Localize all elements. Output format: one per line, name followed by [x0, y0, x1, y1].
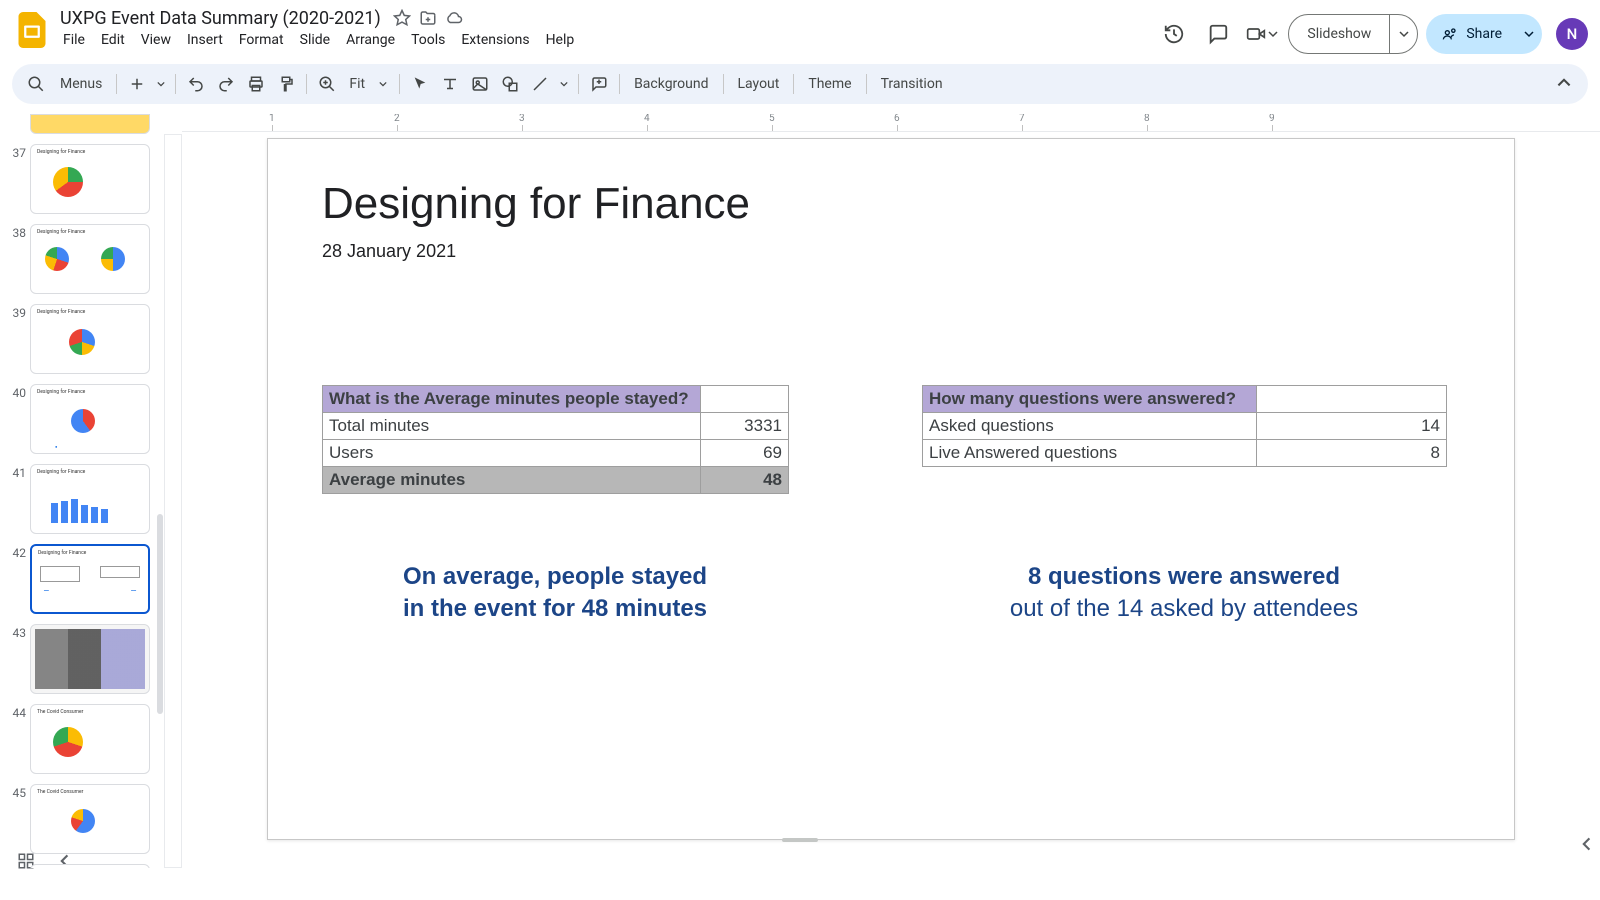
speaker-notes-drag-handle[interactable] — [782, 838, 818, 842]
slide-thumbnail[interactable] — [30, 114, 150, 134]
menu-slide[interactable]: Slide — [293, 30, 337, 50]
shape-tool[interactable] — [496, 70, 524, 98]
toolbar: Menus Fit Background Layout Theme Transi… — [12, 64, 1588, 104]
comment-tool[interactable] — [585, 70, 613, 98]
new-slide-button[interactable] — [123, 70, 151, 98]
paint-format-button[interactable] — [272, 70, 300, 98]
horizontal-ruler: 123456789 — [182, 114, 1600, 132]
vertical-ruler — [164, 114, 182, 868]
share-label: Share — [1466, 26, 1502, 42]
layout-button[interactable]: Layout — [730, 76, 788, 92]
zoom-button[interactable] — [313, 70, 341, 98]
menu-bar: File Edit View Insert Format Slide Arran… — [56, 30, 1156, 50]
slide-title[interactable]: Designing for Finance — [322, 179, 750, 229]
thumbnail-scrollbar[interactable] — [157, 514, 163, 714]
caption-right[interactable]: 8 questions were answered out of the 14 … — [922, 561, 1446, 626]
zoom-select[interactable]: Fit — [343, 76, 393, 92]
menu-file[interactable]: File — [56, 30, 92, 50]
new-slide-dropdown[interactable] — [153, 70, 169, 98]
slide-thumbnail[interactable]: The Covid Consumer — [30, 784, 150, 854]
menus-label[interactable]: Menus — [52, 76, 110, 92]
slide-thumbnail[interactable]: Designing for Finance — [30, 144, 150, 214]
slideshow-group: Slideshow — [1288, 14, 1418, 54]
meet-button[interactable] — [1244, 16, 1280, 52]
document-title[interactable]: UXPG Event Data Summary (2020-2021) — [56, 8, 385, 29]
menu-arrange[interactable]: Arrange — [339, 30, 402, 50]
menu-format[interactable]: Format — [232, 30, 291, 50]
slideshow-button[interactable]: Slideshow — [1289, 15, 1389, 53]
slide-date[interactable]: 28 January 2021 — [322, 241, 456, 262]
select-tool[interactable] — [406, 70, 434, 98]
menu-extensions[interactable]: Extensions — [454, 30, 536, 50]
slide-thumbnail[interactable]: Designing for Finance● — [30, 384, 150, 454]
line-tool[interactable] — [526, 70, 554, 98]
star-icon[interactable] — [393, 9, 411, 27]
account-avatar[interactable]: N — [1556, 18, 1588, 50]
table-average-minutes[interactable]: What is the Average minutes people staye… — [322, 385, 789, 494]
redo-button[interactable] — [212, 70, 240, 98]
menu-view[interactable]: View — [134, 30, 178, 50]
menu-tools[interactable]: Tools — [404, 30, 452, 50]
transition-button[interactable]: Transition — [873, 76, 951, 92]
slide-thumbnail-selected[interactable]: Designing for Finance━━━━ — [30, 544, 150, 614]
share-dropdown[interactable] — [1516, 14, 1542, 54]
line-dropdown[interactable] — [556, 70, 572, 98]
slides-logo[interactable] — [12, 10, 52, 50]
slide-canvas[interactable]: Designing for Finance 28 January 2021 Wh… — [267, 138, 1515, 840]
slide-thumbnail[interactable]: Designing for Finance — [30, 304, 150, 374]
textbox-tool[interactable] — [436, 70, 464, 98]
cloud-status-icon[interactable] — [445, 9, 463, 27]
slide-thumbnail-panel[interactable]: 37Designing for Finance 38Designing for … — [0, 114, 164, 868]
slide-thumbnail[interactable] — [30, 864, 150, 868]
explore-tab-icon[interactable] — [1578, 826, 1598, 862]
image-tool[interactable] — [466, 70, 494, 98]
menu-insert[interactable]: Insert — [180, 30, 230, 50]
move-icon[interactable] — [419, 9, 437, 27]
slide-thumbnail[interactable]: Designing for Finance — [30, 224, 150, 294]
menu-help[interactable]: Help — [539, 30, 582, 50]
slideshow-dropdown[interactable] — [1389, 15, 1417, 53]
comments-icon[interactable] — [1200, 16, 1236, 52]
background-button[interactable]: Background — [626, 76, 716, 92]
share-button[interactable]: Share — [1426, 14, 1516, 54]
theme-button[interactable]: Theme — [800, 76, 859, 92]
slide-thumbnail[interactable]: Designing for Finance — [30, 464, 150, 534]
collapse-toolbar-icon[interactable] — [1550, 70, 1578, 98]
undo-button[interactable] — [182, 70, 210, 98]
slide-thumbnail[interactable]: The Covid Consumer — [30, 704, 150, 774]
slide-thumbnail[interactable] — [30, 624, 150, 694]
caption-left[interactable]: On average, people stayed in the event f… — [322, 561, 788, 626]
table-questions[interactable]: How many questions were answered? Asked … — [922, 385, 1447, 467]
share-group: Share — [1426, 14, 1542, 54]
version-history-icon[interactable] — [1156, 16, 1192, 52]
menu-edit[interactable]: Edit — [94, 30, 132, 50]
print-button[interactable] — [242, 70, 270, 98]
search-menus-button[interactable] — [22, 70, 50, 98]
